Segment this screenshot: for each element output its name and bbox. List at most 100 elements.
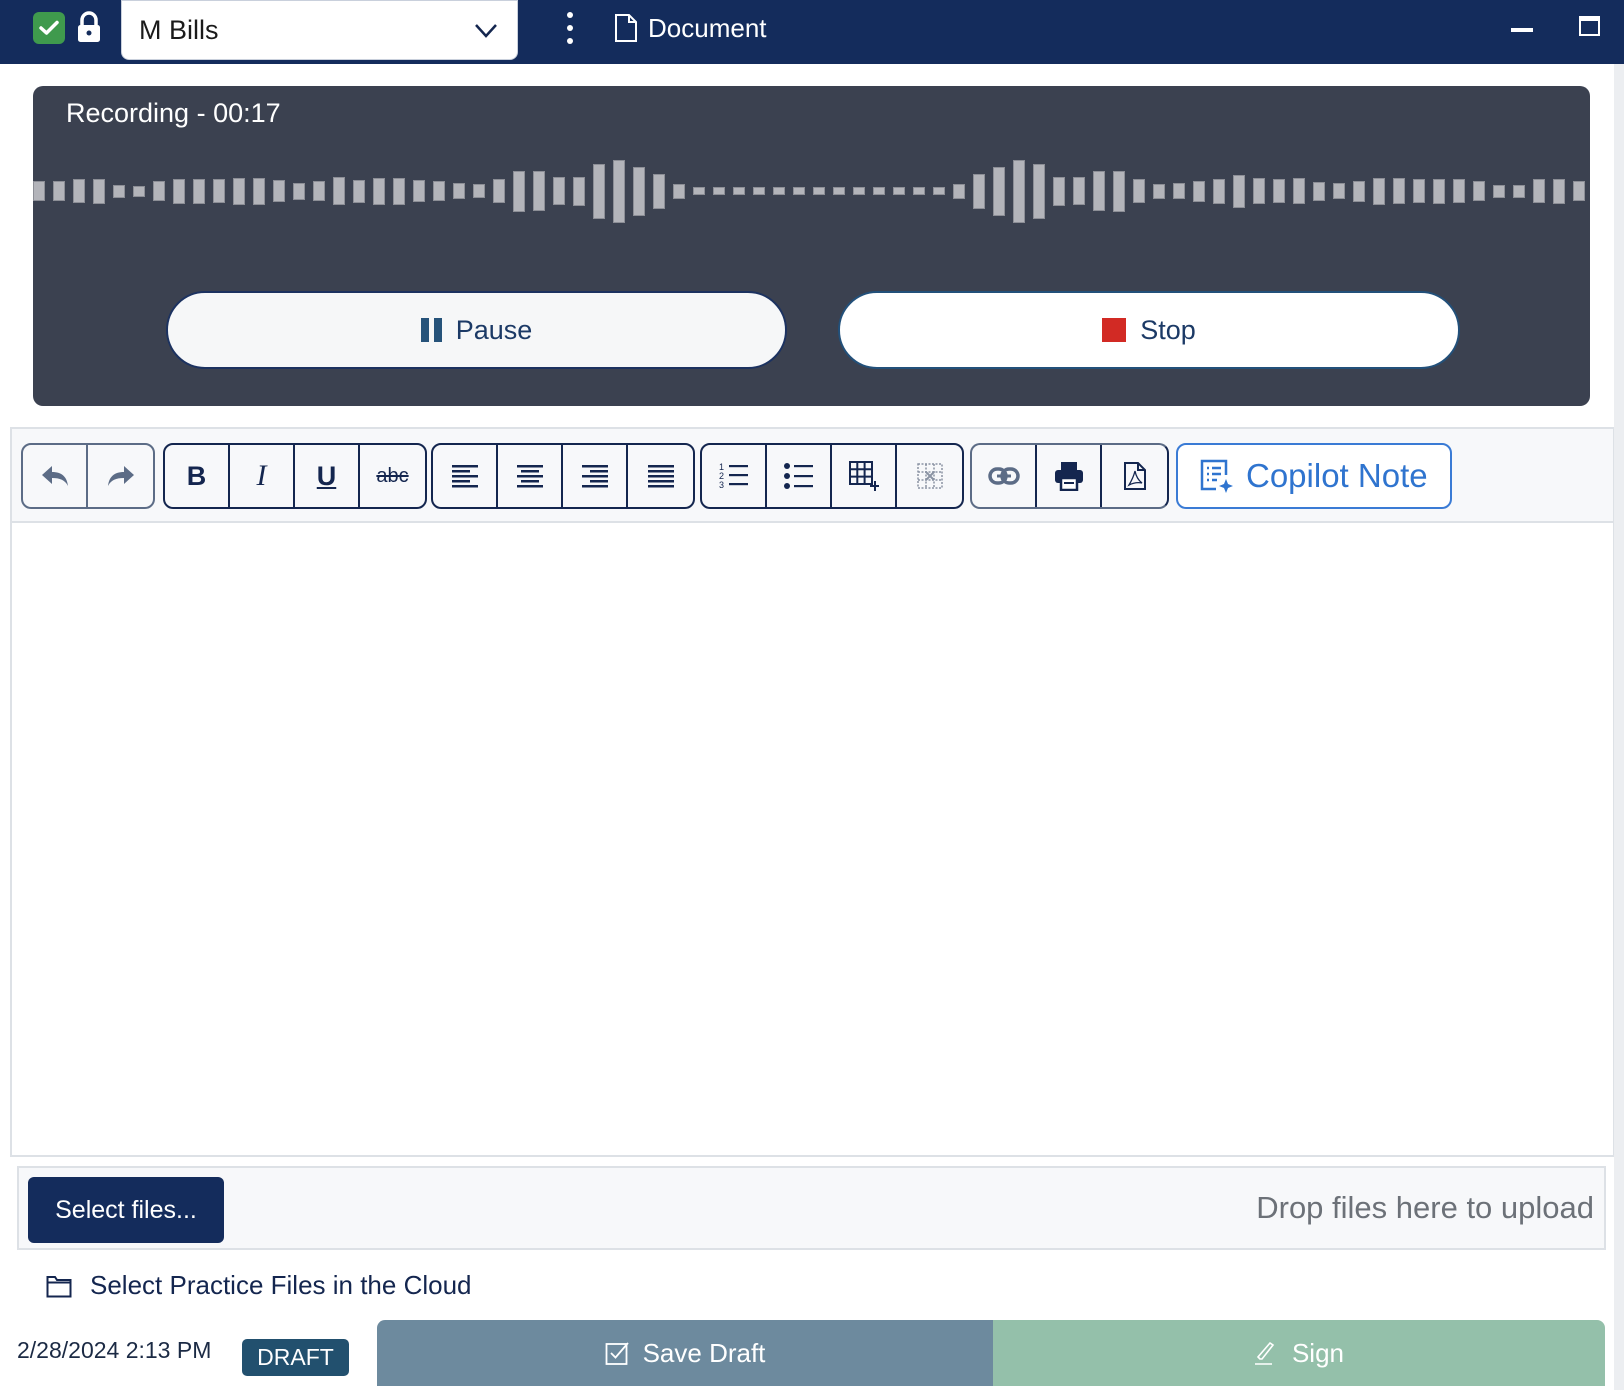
waveform-bar xyxy=(1233,174,1245,208)
waveform-bar xyxy=(213,179,225,203)
editor-toolbar: B I U abc 123 Copilot Note xyxy=(12,429,1613,523)
select-files-button[interactable]: Select files... xyxy=(28,1177,224,1243)
kebab-menu-icon[interactable] xyxy=(560,10,580,46)
document-tab[interactable]: Document xyxy=(614,12,767,44)
waveform-bar xyxy=(473,184,485,198)
waveform-bar xyxy=(93,178,105,204)
bold-button[interactable]: B xyxy=(165,445,230,507)
title-bar: M Bills Document xyxy=(0,0,1624,64)
waveform-bar xyxy=(573,176,585,206)
waveform-bar xyxy=(1273,179,1285,203)
delete-table-icon xyxy=(916,463,943,489)
waveform-bar xyxy=(133,185,145,197)
waveform-bar xyxy=(1393,178,1405,204)
stop-button[interactable]: Stop xyxy=(838,291,1460,369)
waveform-bar xyxy=(1253,178,1265,204)
align-center-button[interactable] xyxy=(498,445,563,507)
maximize-icon[interactable] xyxy=(1579,16,1600,36)
waveform-bar xyxy=(1053,176,1065,206)
pause-button[interactable]: Pause xyxy=(166,291,787,369)
underline-button[interactable]: U xyxy=(295,445,360,507)
pause-icon xyxy=(420,318,442,342)
chevron-down-icon xyxy=(475,24,497,38)
sign-label: Sign xyxy=(1291,1337,1345,1368)
save-draft-label: Save Draft xyxy=(642,1337,766,1368)
status-badge: DRAFT xyxy=(242,1339,349,1376)
folder-icon xyxy=(46,1275,72,1297)
lock-icon[interactable] xyxy=(76,10,102,44)
undo-button[interactable] xyxy=(23,445,88,507)
waveform-bar xyxy=(453,183,465,199)
italic-button[interactable]: I xyxy=(230,445,295,507)
patient-name: M Bills xyxy=(139,14,219,45)
align-justify-button[interactable] xyxy=(628,445,693,507)
waveform-bar xyxy=(1093,171,1105,211)
waveform-bar xyxy=(113,184,125,198)
waveform-bar xyxy=(673,183,685,199)
file-upload-zone[interactable]: Select files... Drop files here to uploa… xyxy=(17,1166,1606,1250)
copilot-note-icon xyxy=(1200,459,1233,493)
waveform-bar xyxy=(433,181,445,201)
align-left-button[interactable] xyxy=(433,445,498,507)
link-icon xyxy=(987,467,1020,485)
pdf-button[interactable] xyxy=(1102,445,1167,507)
waveform-bar xyxy=(613,159,625,223)
waveform-bar xyxy=(1493,184,1505,198)
redo-button[interactable] xyxy=(88,445,153,507)
print-button[interactable] xyxy=(1037,445,1102,507)
note-timestamp: 2/28/2024 2:13 PM xyxy=(17,1337,212,1363)
waveform-bar xyxy=(1473,181,1485,201)
waveform-bar xyxy=(1113,170,1125,212)
sign-button[interactable]: Sign xyxy=(993,1320,1605,1386)
waveform-bar xyxy=(313,181,325,201)
copilot-note-button[interactable]: Copilot Note xyxy=(1176,443,1452,509)
history-group xyxy=(21,443,155,509)
waveform-bar xyxy=(1333,183,1345,199)
drop-files-hint: Drop files here to upload xyxy=(1256,1190,1594,1225)
note-body-input[interactable] xyxy=(12,523,1613,1155)
bulleted-list-button[interactable] xyxy=(767,445,832,507)
waveform-bar xyxy=(973,173,985,209)
practice-files-cloud-link[interactable]: Select Practice Files in the Cloud xyxy=(46,1270,472,1301)
waveform-bar xyxy=(353,179,365,203)
waveform-bar xyxy=(853,187,865,195)
waveform-bar xyxy=(773,187,785,195)
waveform-bar xyxy=(873,187,885,195)
save-draft-button[interactable]: Save Draft xyxy=(377,1320,993,1386)
waveform-bar xyxy=(1373,177,1385,205)
alignment-group xyxy=(431,443,695,509)
checkbox-icon xyxy=(605,1342,629,1365)
waveform-bar xyxy=(893,187,905,195)
bulleted-list-icon xyxy=(783,463,813,489)
svg-text:3: 3 xyxy=(719,480,724,490)
waveform-bar xyxy=(633,166,645,216)
practice-files-label: Select Practice Files in the Cloud xyxy=(90,1270,472,1300)
waveform-bar xyxy=(753,187,765,195)
insert-table-button[interactable] xyxy=(832,445,897,507)
waveform-bar xyxy=(1173,183,1185,199)
scrollbar[interactable] xyxy=(1614,64,1624,1390)
waveform-bar xyxy=(653,173,665,209)
ordered-list-button[interactable]: 123 xyxy=(702,445,767,507)
waveform-bar xyxy=(1413,179,1425,203)
waveform-bar xyxy=(1153,183,1165,199)
patient-select[interactable]: M Bills xyxy=(121,0,518,60)
pdf-icon xyxy=(1123,462,1146,490)
insert-table-icon xyxy=(848,461,879,491)
link-button[interactable] xyxy=(972,445,1037,507)
minimize-icon[interactable] xyxy=(1511,28,1533,32)
waveform-bar xyxy=(933,187,945,195)
stop-icon xyxy=(1102,318,1127,342)
strikethrough-button[interactable]: abc xyxy=(360,445,425,507)
pause-label: Pause xyxy=(455,314,533,345)
waveform-bar xyxy=(153,181,165,201)
align-justify-icon xyxy=(647,465,674,488)
waveform-bar xyxy=(493,179,505,203)
copilot-note-label: Copilot Note xyxy=(1246,457,1428,494)
waveform-bar xyxy=(1453,179,1465,203)
note-editor: B I U abc 123 Copilot Note xyxy=(10,427,1615,1157)
strikethrough-icon: abc xyxy=(376,464,409,487)
delete-table-button[interactable] xyxy=(897,445,962,507)
print-icon xyxy=(1054,462,1083,491)
align-right-button[interactable] xyxy=(563,445,628,507)
